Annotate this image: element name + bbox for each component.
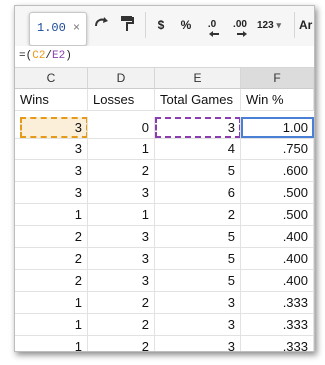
cell-losses[interactable]: 3 <box>88 270 155 292</box>
tooltip-value: 1.00 <box>37 21 66 35</box>
cell-wins[interactable]: 2 <box>15 226 88 248</box>
increase-decimal-button[interactable]: .00 <box>227 14 253 37</box>
decrease-decimal-label: .0 <box>207 19 217 30</box>
cell-total-games[interactable]: 4 <box>155 138 241 160</box>
cell-wins[interactable]: 1 <box>15 314 88 336</box>
cell-wins[interactable]: 1 <box>15 204 88 226</box>
cell-wins[interactable]: 1 <box>15 336 88 351</box>
formula-ref-c2: C2 <box>32 50 46 62</box>
cell-losses[interactable]: 2 <box>88 336 155 351</box>
table-row: 3 3 6 .500 <box>15 182 314 204</box>
cell-win-pct[interactable]: .600 <box>241 160 314 182</box>
cell-win-pct[interactable]: .750 <box>241 138 314 160</box>
cell-win-pct[interactable]: .333 <box>241 336 314 351</box>
table-row: 1 2 3 .333 <box>15 314 314 336</box>
redo-icon[interactable] <box>91 14 113 36</box>
table-row: 2 3 5 .400 <box>15 226 314 248</box>
cell-total-games[interactable]: 5 <box>155 160 241 182</box>
cell-total-games[interactable]: 5 <box>155 270 241 292</box>
table-row: 1 1 2 .500 <box>15 204 314 226</box>
cell-total-games[interactable]: 5 <box>155 248 241 270</box>
cell-wins[interactable]: 3 <box>15 117 88 139</box>
cell-losses[interactable]: 0 <box>88 117 155 139</box>
right-arrow-icon <box>237 31 247 37</box>
toolbar-divider <box>145 12 146 38</box>
paint-roller-shape <box>121 16 134 31</box>
header-cell-win-pct[interactable]: Win % <box>241 89 314 111</box>
column-header-c[interactable]: C <box>15 68 88 89</box>
table-row: 3 2 5 .600 <box>15 160 314 182</box>
font-family-select[interactable]: Ar <box>299 14 314 36</box>
cell-losses[interactable]: 2 <box>88 160 155 182</box>
percent-format-button[interactable]: % <box>177 14 195 36</box>
cell-wins[interactable]: 1 <box>15 292 88 314</box>
cell-wins[interactable]: 3 <box>15 182 88 204</box>
cell-win-pct[interactable]: .500 <box>241 182 314 204</box>
more-formats-button[interactable]: 123 ▾ <box>257 14 291 36</box>
cell-wins[interactable]: 2 <box>15 270 88 292</box>
cell-total-games[interactable]: 3 <box>155 117 241 139</box>
paint-format-icon[interactable] <box>115 14 139 36</box>
cell-wins[interactable]: 2 <box>15 248 88 270</box>
toolbar-divider <box>294 12 295 38</box>
header-cell-total-games[interactable]: Total Games <box>155 89 241 111</box>
formula-ref-e2: E2 <box>52 50 66 62</box>
cell-losses[interactable]: 2 <box>88 292 155 314</box>
cell-win-pct[interactable]: .400 <box>241 226 314 248</box>
header-cell-wins[interactable]: Wins <box>15 89 88 111</box>
decrease-decimal-button[interactable]: .0 <box>201 14 223 37</box>
cell-value-tooltip: 1.00 × <box>29 12 87 46</box>
formula-lparen: ( <box>25 50 33 62</box>
formula-divide: / <box>45 50 53 62</box>
active-cell-selection <box>241 117 314 138</box>
cell-wins[interactable]: 3 <box>15 138 88 160</box>
header-cell-losses[interactable]: Losses <box>88 89 155 111</box>
cell-total-games[interactable]: 2 <box>155 204 241 226</box>
cell-losses[interactable]: 1 <box>88 138 155 160</box>
table-row: 1 2 3 .333 <box>15 292 314 314</box>
table-row: 2 3 5 .400 <box>15 248 314 270</box>
cell-total-games[interactable]: 3 <box>155 336 241 351</box>
chevron-down-icon: ▾ <box>276 20 281 30</box>
increase-decimal-label: .00 <box>233 19 247 30</box>
column-header-d[interactable]: D <box>88 68 155 89</box>
cell-losses[interactable]: 3 <box>88 182 155 204</box>
cell-win-pct[interactable]: .333 <box>241 292 314 314</box>
cell-win-pct[interactable]: .333 <box>241 314 314 336</box>
cell-losses[interactable]: 3 <box>88 226 155 248</box>
cell-total-games[interactable]: 3 <box>155 292 241 314</box>
table-header-row: Wins Losses Total Games Win % <box>15 89 314 111</box>
formula-bar[interactable]: =(C2/E2) <box>15 46 314 68</box>
left-arrow-icon <box>209 31 219 37</box>
cell-losses[interactable]: 3 <box>88 248 155 270</box>
table-row: 3 1 4 .750 <box>15 138 314 160</box>
spreadsheet-window: $ % .0 .00 123 ▾ Ar 1.00 × =(C2/E2) C D … <box>14 5 315 352</box>
cell-losses[interactable]: 2 <box>88 314 155 336</box>
table-row: 1 2 3 .333 <box>15 336 314 351</box>
cell-win-pct[interactable]: .500 <box>241 204 314 226</box>
formula-rparen: ) <box>65 50 72 62</box>
table-row: 2 3 5 .400 <box>15 270 314 292</box>
more-formats-label: 123 <box>257 20 274 31</box>
toolbar: $ % .0 .00 123 ▾ Ar 1.00 × <box>15 6 314 47</box>
cell-win-pct[interactable]: .400 <box>241 248 314 270</box>
formula-equals: = <box>19 50 26 62</box>
column-header-e[interactable]: E <box>155 68 241 89</box>
column-header-f[interactable]: F <box>241 68 314 89</box>
cell-wins[interactable]: 3 <box>15 160 88 182</box>
redo-arrow <box>95 17 108 27</box>
cell-win-pct[interactable]: .400 <box>241 270 314 292</box>
close-icon[interactable]: × <box>73 20 80 34</box>
currency-format-button[interactable]: $ <box>153 14 169 36</box>
cell-total-games[interactable]: 5 <box>155 226 241 248</box>
cell-total-games[interactable]: 6 <box>155 182 241 204</box>
cell-losses[interactable]: 1 <box>88 204 155 226</box>
cell-total-games[interactable]: 3 <box>155 314 241 336</box>
